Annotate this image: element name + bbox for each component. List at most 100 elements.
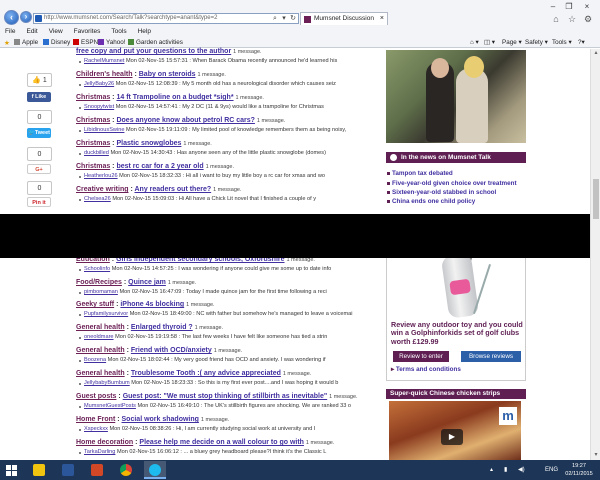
cmd-help-icon[interactable]: ?▾ (578, 37, 585, 48)
word-icon[interactable] (57, 461, 79, 479)
cmd-page[interactable]: Page ▾ (502, 37, 522, 48)
thread-title-link[interactable]: Quince jam (128, 279, 166, 286)
cmd-tools[interactable]: Tools ▾ (552, 37, 572, 48)
thread-title-link[interactable]: 14 ft Trampoline on a budget *sigh* (116, 94, 233, 101)
file-explorer-icon[interactable] (28, 461, 50, 479)
thread-category-link[interactable]: Home Front (76, 416, 115, 423)
thread-category-link[interactable]: General health (76, 370, 125, 377)
thread-title-link[interactable]: Troublesome Tooth :( any advice apprecia… (131, 370, 281, 377)
scroll-up-icon[interactable]: ▴ (592, 49, 600, 57)
thread-category-link[interactable]: Christmas (76, 117, 110, 124)
language-indicator[interactable]: ENG (545, 460, 558, 480)
thread-author-link[interactable]: Snoopytwist (84, 104, 114, 110)
recipe-video[interactable]: m ▶ (389, 401, 521, 461)
cmd-safety[interactable]: Safety ▾ (525, 37, 548, 48)
menu-file[interactable]: File (5, 28, 15, 35)
browse-reviews-button[interactable]: Browse reviews (461, 351, 521, 362)
fav-garden-activities[interactable]: Garden activities (128, 37, 183, 48)
fav-espn[interactable]: ESPN (73, 37, 98, 48)
close-tab-icon[interactable]: × (380, 13, 384, 25)
menu-favorites[interactable]: Favorites (74, 28, 101, 35)
thread-category-link[interactable]: Christmas (76, 163, 110, 170)
back-button[interactable]: ‹ (4, 10, 19, 25)
fav-yahoo[interactable]: Yahoo! (98, 37, 126, 48)
facebook-like-button[interactable]: f Like (27, 92, 51, 102)
minimize-icon[interactable]: – (546, 2, 560, 12)
home-icon[interactable]: ⌂ (551, 14, 561, 24)
address-bar[interactable]: http://www.mumsnet.com/Search/Talk?searc… (33, 13, 299, 24)
news-item[interactable]: Five-year-old given choice over treatmen… (387, 180, 517, 187)
thread-author-link[interactable]: Heatherlou26 (84, 173, 118, 179)
thread-category-link[interactable]: Guest posts (76, 393, 116, 400)
windows-start-icon[interactable] (6, 465, 17, 476)
thread-author-link[interactable]: RachelMumsnet (84, 58, 124, 64)
cmd-feeds-icon[interactable]: ◫ ▾ (484, 37, 495, 48)
tray-arrow-icon[interactable]: ▴ (490, 460, 493, 480)
menu-tools[interactable]: Tools (111, 28, 126, 35)
thread-category-link[interactable]: General health (76, 324, 125, 331)
refresh-icon[interactable]: ↻ (289, 13, 297, 24)
thread-title-link[interactable]: Baby on steroids (139, 71, 196, 78)
thread-title-link[interactable]: iPhone 4s blocking (120, 301, 184, 308)
thread-title-link[interactable]: Guest post: "We must stop thinking of st… (123, 393, 327, 400)
thread-author-link[interactable]: TarkaDarling (84, 449, 115, 455)
search-dropdown-icon[interactable]: ⌕ (271, 13, 279, 24)
thread-category-link[interactable]: General health (76, 347, 125, 354)
thread-category-link[interactable]: Christmas (76, 94, 110, 101)
thread-title-link[interactable]: Any readers out there? (134, 186, 211, 193)
thread-author-link[interactable]: Chelsea26 (84, 196, 111, 202)
thread-author-link[interactable]: Boozena (84, 357, 106, 363)
volume-icon[interactable]: ◀) (518, 460, 525, 480)
powerpoint-icon[interactable] (86, 461, 108, 479)
clock[interactable]: 19:27 02/11/2015 (561, 462, 597, 478)
favorites-star-icon[interactable]: ☆ (567, 14, 577, 24)
terms-link[interactable]: Terms and conditions (391, 366, 461, 373)
menu-view[interactable]: View (49, 28, 63, 35)
gplus-button[interactable]: G+ (27, 164, 51, 174)
thread-author-link[interactable]: Xspeckxx (84, 426, 108, 432)
thread-category-link[interactable]: Children's health (76, 71, 133, 78)
thread-title-link[interactable]: Friend with OCD/anxiety (131, 347, 212, 354)
thread-author-link[interactable]: duckbilled (84, 150, 109, 156)
play-icon[interactable]: ▶ (441, 429, 463, 445)
thread-category-link[interactable]: Home decoration (76, 439, 133, 446)
fav-apple[interactable]: Apple (14, 37, 38, 48)
forward-button[interactable]: › (20, 11, 32, 23)
network-icon[interactable]: ▮ (504, 460, 507, 480)
news-item[interactable]: China ends one child policy (386, 198, 475, 205)
thread-author-link[interactable]: oneoldmare (84, 334, 114, 340)
thread-category-link[interactable]: Christmas (76, 140, 110, 147)
thread-author-link[interactable]: pimbomaman (84, 289, 118, 295)
maximize-icon[interactable]: ❐ (562, 2, 576, 12)
review-to-enter-button[interactable]: Review to enter (393, 351, 449, 362)
thread-author-link[interactable]: JellybabyBumbum (84, 380, 130, 386)
thread-author-link[interactable]: LibidinousSwine (84, 127, 124, 133)
thread-title-link[interactable]: Social work shadowing (122, 416, 199, 423)
thread-title-link[interactable]: Please help me decide on a wall colour t… (139, 439, 304, 446)
news-item[interactable]: Tampon tax debated (387, 170, 453, 177)
internet-explorer-icon[interactable] (144, 461, 166, 479)
thread-author-link[interactable]: JellyBaby26 (84, 81, 114, 87)
scroll-down-icon[interactable]: ▾ (592, 451, 600, 459)
thread-category-link[interactable]: Food/Recipes (76, 279, 122, 286)
settings-gear-icon[interactable]: ⚙ (583, 14, 593, 24)
favorites-bar-star-icon[interactable]: ★ (4, 37, 12, 48)
news-item[interactable]: Sixteen-year-old stabbed in school (386, 189, 496, 196)
thread-title-link[interactable]: Enlarged thyroid ? (131, 324, 193, 331)
scroll-thumb[interactable] (593, 179, 599, 219)
tab-mumsnet-discussion[interactable]: Mumsnet Discussion × (300, 12, 388, 25)
thread-title-link[interactable]: Plastic snowglobes (116, 140, 181, 147)
tweet-button[interactable]: 🐦Tweet (27, 128, 51, 138)
page-scrollbar[interactable]: ▴ ▾ (590, 49, 600, 460)
thread-title-link[interactable]: Does anyone know about petrol RC cars? (116, 117, 254, 124)
featured-photo[interactable] (386, 50, 526, 143)
compat-icon[interactable]: ▾ (280, 13, 288, 24)
thread-title-link[interactable]: best rc car for a 2 year old (116, 163, 203, 170)
menu-edit[interactable]: Edit (26, 28, 37, 35)
thread-category-link[interactable]: Creative writing (76, 186, 129, 193)
chrome-icon[interactable] (115, 461, 137, 479)
thread-author-link[interactable]: Pupfamilysurvivor (84, 311, 128, 317)
pinterest-button[interactable]: Pin it (27, 197, 51, 207)
thread-author-link[interactable]: MumsnetGuestPosts (84, 403, 136, 409)
cmd-home-icon[interactable]: ⌂ ▾ (470, 37, 479, 48)
